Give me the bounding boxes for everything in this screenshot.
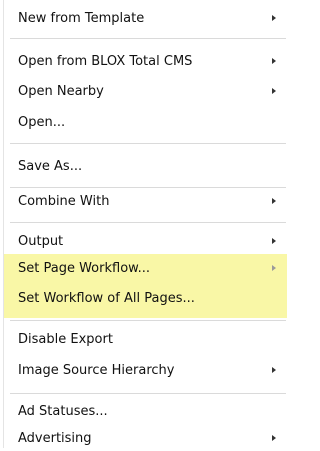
- menu-item-new-from-template[interactable]: New from Template: [4, 6, 287, 31]
- menu-item-set-workflow-of-all-pages[interactable]: Set Workflow of All Pages...: [4, 286, 287, 311]
- menu-separator: [10, 320, 286, 321]
- submenu-arrow-icon: [272, 198, 276, 204]
- menu-item-label: Combine With: [18, 194, 110, 209]
- menu-item-image-source-hierarchy[interactable]: Image Source Hierarchy: [4, 358, 287, 383]
- menu-separator: [10, 222, 286, 223]
- menu-item-label: Output: [18, 234, 64, 249]
- submenu-arrow-icon: [272, 15, 276, 21]
- submenu-arrow-icon: [272, 88, 276, 94]
- menu-item-label: Open from BLOX Total CMS: [18, 54, 193, 69]
- submenu-arrow-icon: [272, 367, 276, 373]
- menu-item-open[interactable]: Open...: [4, 110, 287, 135]
- menu-item-advertising[interactable]: Advertising: [4, 426, 287, 451]
- menu-item-label: Open Nearby: [18, 84, 104, 99]
- menu-separator: [10, 143, 286, 144]
- menu-item-label: Disable Export: [18, 332, 113, 347]
- submenu-arrow-icon: [272, 58, 276, 64]
- menu-item-combine-with[interactable]: Combine With: [4, 189, 287, 214]
- menu-separator: [10, 38, 286, 39]
- menu-separator: [10, 187, 286, 188]
- submenu-arrow-icon: [272, 238, 276, 244]
- menu-separator: [10, 393, 286, 394]
- menu-item-open-from-blox-total-cms[interactable]: Open from BLOX Total CMS: [4, 49, 287, 74]
- menu-item-label: Set Workflow of All Pages...: [18, 291, 195, 306]
- menu-item-label: New from Template: [18, 11, 145, 26]
- submenu-arrow-icon: [272, 435, 276, 441]
- menu-item-output[interactable]: Output: [4, 229, 287, 254]
- menu-item-label: Ad Statuses...: [18, 404, 108, 419]
- menu-item-save-as[interactable]: Save As...: [4, 154, 287, 179]
- submenu-arrow-icon: [272, 265, 276, 271]
- menu-item-label: Advertising: [18, 431, 92, 446]
- menu-item-ad-statuses[interactable]: Ad Statuses...: [4, 399, 287, 424]
- menu-item-disable-export[interactable]: Disable Export: [4, 327, 287, 352]
- menu-item-label: Image Source Hierarchy: [18, 363, 175, 378]
- context-menu: New from Template Open from BLOX Total C…: [3, 0, 287, 448]
- menu-item-open-nearby[interactable]: Open Nearby: [4, 79, 287, 104]
- menu-item-label: Save As...: [18, 159, 83, 174]
- menu-item-set-page-workflow[interactable]: Set Page Workflow...: [4, 256, 287, 281]
- menu-item-label: Set Page Workflow...: [18, 261, 150, 276]
- menu-item-label: Open...: [18, 115, 66, 130]
